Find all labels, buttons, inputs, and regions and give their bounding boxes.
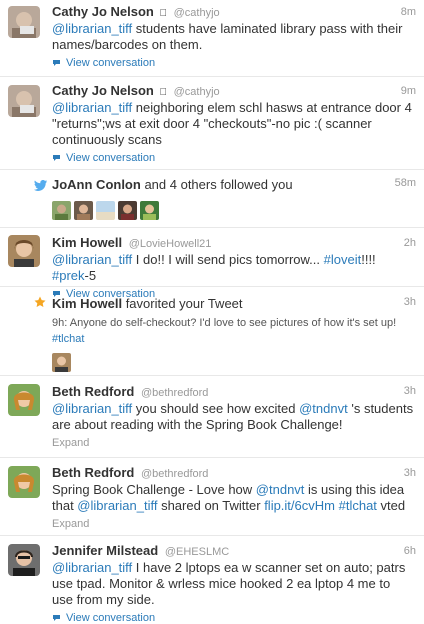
expand-link[interactable]: Expand xyxy=(52,437,414,449)
author-name[interactable]: Kim Howell xyxy=(52,235,122,250)
tweet-text: Spring Book Challenge - Love how @tndnvt… xyxy=(52,482,414,514)
expand-link[interactable]: Expand xyxy=(52,518,414,530)
mention-link[interactable]: @librarian_tiff xyxy=(52,560,132,575)
tweet-item[interactable]: Beth Redford @bethredford @librarian_tif… xyxy=(0,376,424,458)
tweet-item[interactable]: Cathy Jo Nelson  @cathyjo @librarian_ti… xyxy=(0,77,424,170)
author-name[interactable]: Cathy Jo Nelson xyxy=(52,4,154,19)
timestamp[interactable]: 6h xyxy=(404,545,416,557)
tweet-body: shared on Twitter xyxy=(157,498,265,513)
tweet-text: @librarian_tiff neighboring elem schl ha… xyxy=(52,100,414,148)
timestamp[interactable]: 58m xyxy=(395,177,416,189)
follower-avatars xyxy=(52,201,414,220)
avatar[interactable] xyxy=(8,6,40,38)
tweet-body: Spring Book Challenge - Love how xyxy=(52,482,256,497)
follower-avatar[interactable] xyxy=(52,201,71,220)
favorite-text: favorited your Tweet xyxy=(122,296,243,311)
conversation-icon xyxy=(53,155,60,161)
mention-link[interactable]: @librarian_tiff xyxy=(52,252,132,267)
avatar[interactable] xyxy=(8,544,40,576)
tweet-item[interactable]: Cathy Jo Nelson  @cathyjo @librarian_ti… xyxy=(0,0,424,77)
mention-link[interactable]: @librarian_tiff xyxy=(52,401,132,416)
avatar[interactable] xyxy=(8,85,40,117)
timestamp[interactable]: 9m xyxy=(401,85,416,97)
tweet-item[interactable]: Jennifer Milstead @EHESLMC @librarian_ti… xyxy=(0,536,424,624)
author-handle[interactable]: @EHESLMC xyxy=(165,546,229,558)
mention-link[interactable]: @tndnvt xyxy=(299,401,348,416)
view-conversation-link[interactable]: View conversation xyxy=(52,152,414,164)
avatar[interactable] xyxy=(8,466,40,498)
hashtag-link[interactable]: #tlchat xyxy=(52,333,84,345)
follow-notification[interactable]: JoAnn Conlon and 4 others followed you 5… xyxy=(0,170,424,228)
follow-text: and 4 others followed you xyxy=(140,177,293,192)
timestamp[interactable]: 3h xyxy=(404,467,416,479)
tweet-body: you should see how excited xyxy=(132,401,300,416)
mention-link[interactable]: @librarian_tiff xyxy=(52,100,132,115)
view-conversation-label: View conversation xyxy=(66,152,156,164)
mention-link[interactable]: @tndnvt xyxy=(256,482,305,497)
follower-avatar[interactable] xyxy=(74,201,93,220)
timestamp[interactable]: 3h xyxy=(404,385,416,397)
apple-icon:  xyxy=(159,87,167,98)
tweet-text: @librarian_tiff students have laminated … xyxy=(52,21,414,53)
tweet-body: vted xyxy=(376,498,406,513)
favorite-notification[interactable]: Kim Howell favorited your Tweet 9h: Anyo… xyxy=(0,287,424,376)
notifications-feed: Cathy Jo Nelson  @cathyjo @librarian_ti… xyxy=(0,0,424,624)
author-name[interactable]: Beth Redford xyxy=(52,465,134,480)
favorited-tweet-body: 9h: Anyone do self-checkout? I'd love to… xyxy=(52,317,397,329)
author-name[interactable]: Beth Redford xyxy=(52,384,134,399)
url-link[interactable]: flip.it/6cvHm xyxy=(264,498,335,513)
author-handle[interactable]: @cathyjo xyxy=(174,86,220,98)
tweet-body: -5 xyxy=(84,268,97,283)
author-name[interactable]: Cathy Jo Nelson xyxy=(52,83,154,98)
tweet-body: !!!! xyxy=(361,252,376,267)
follower-avatar[interactable] xyxy=(118,201,137,220)
tweet-text: @librarian_tiff I have 2 lptops ea w sca… xyxy=(52,560,414,608)
follower-avatar[interactable] xyxy=(96,201,115,220)
mention-link[interactable]: @librarian_tiff xyxy=(52,21,132,36)
author-handle[interactable]: @cathyjo xyxy=(174,7,220,19)
hashtag-link[interactable]: #tlchat xyxy=(339,498,377,513)
tweet-item[interactable]: Beth Redford @bethredford Spring Book Ch… xyxy=(0,458,424,536)
mention-link[interactable]: @librarian_tiff xyxy=(77,498,157,513)
conversation-icon xyxy=(53,615,60,621)
favorited-tweet-text[interactable]: 9h: Anyone do self-checkout? I'd love to… xyxy=(52,315,414,347)
tweet-text: @librarian_tiff I do!! I will send pics … xyxy=(52,252,414,284)
follower-name[interactable]: JoAnn Conlon xyxy=(52,177,141,192)
view-conversation-link[interactable]: View conversation xyxy=(52,57,414,69)
view-conversation-label: View conversation xyxy=(66,57,156,69)
tweet-body: I do!! I will send pics tomorrow... xyxy=(132,252,324,267)
apple-icon:  xyxy=(159,8,167,19)
tweet-item[interactable]: Kim Howell @LovieHowell21 @librarian_tif… xyxy=(0,228,424,300)
view-conversation-label: View conversation xyxy=(66,612,156,624)
timestamp[interactable]: 2h xyxy=(404,237,416,249)
tweet-text: @librarian_tiff you should see how excit… xyxy=(52,401,414,433)
timestamp[interactable]: 8m xyxy=(401,6,416,18)
conversation-icon xyxy=(53,60,60,66)
favoriter-avatars xyxy=(52,353,414,372)
bird-icon xyxy=(34,180,47,191)
author-name[interactable]: Jennifer Milstead xyxy=(52,543,158,558)
hashtag-link[interactable]: #prek xyxy=(52,268,85,283)
avatar[interactable] xyxy=(8,384,40,416)
author-handle[interactable]: @LovieHowell21 xyxy=(129,238,212,250)
favoriter-name[interactable]: Kim Howell xyxy=(52,296,122,311)
star-icon xyxy=(34,296,46,307)
view-conversation-link[interactable]: View conversation xyxy=(52,612,414,624)
favoriter-avatar[interactable] xyxy=(52,353,71,372)
timestamp[interactable]: 3h xyxy=(404,296,416,308)
hashtag-link[interactable]: #loveit xyxy=(324,252,362,267)
follower-avatar[interactable] xyxy=(140,201,159,220)
avatar[interactable] xyxy=(8,235,40,267)
author-handle[interactable]: @bethredford xyxy=(141,387,208,399)
author-handle[interactable]: @bethredford xyxy=(141,468,208,480)
